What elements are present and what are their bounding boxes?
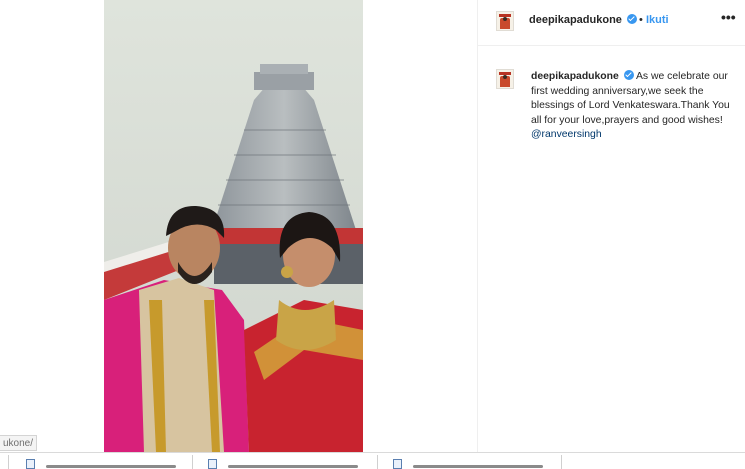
couple-temple-photo — [104, 0, 363, 452]
download-item[interactable] — [393, 459, 553, 469]
download-item[interactable] — [26, 459, 186, 469]
follow-button[interactable]: Ikuti — [646, 14, 669, 26]
avatar[interactable] — [496, 11, 514, 31]
download-separator — [377, 455, 378, 469]
post-header: deepikapadukone • Ikuti ••• — [478, 0, 745, 46]
post-photo[interactable] — [104, 0, 363, 452]
download-separator — [561, 455, 562, 469]
caption-username[interactable]: deepikapadukone — [531, 71, 619, 82]
download-filename — [228, 465, 358, 468]
download-separator — [192, 455, 193, 469]
post-details-panel: deepikapadukone • Ikuti ••• deepikapaduk… — [477, 0, 745, 452]
download-item[interactable] — [208, 459, 368, 469]
file-icon — [393, 459, 402, 469]
verified-badge-icon — [626, 14, 637, 24]
mention-link[interactable]: @ranveersingh — [531, 128, 736, 143]
download-filename — [413, 465, 543, 468]
username-link[interactable]: deepikapadukone — [529, 14, 637, 26]
file-icon — [208, 459, 217, 469]
post-caption: deepikapadukone As we celebrate our firs… — [531, 70, 736, 143]
caption-avatar[interactable] — [496, 69, 514, 89]
status-bar-url: ukone/ — [0, 435, 38, 451]
dot-separator: • — [639, 14, 643, 26]
file-icon — [26, 459, 35, 469]
download-filename — [46, 465, 176, 468]
verified-badge-icon — [623, 70, 634, 80]
more-options-icon[interactable]: ••• — [721, 9, 736, 25]
username-text: deepikapadukone — [529, 14, 622, 26]
download-separator — [8, 455, 9, 469]
